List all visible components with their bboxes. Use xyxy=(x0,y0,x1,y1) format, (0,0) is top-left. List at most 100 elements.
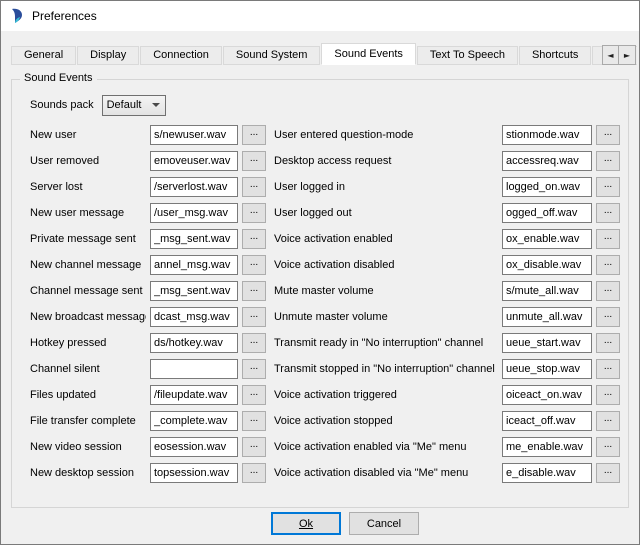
browse-button[interactable]: ... xyxy=(242,203,266,223)
browse-button[interactable]: ... xyxy=(242,307,266,327)
ok-button[interactable]: Ok xyxy=(271,512,341,535)
tab[interactable]: Sound Events xyxy=(321,43,416,65)
tab-label: Connection xyxy=(153,49,209,61)
browse-button[interactable]: ... xyxy=(242,411,266,431)
sound-file-input[interactable] xyxy=(502,411,592,431)
browse-button[interactable]: ... xyxy=(596,177,620,197)
browse-button[interactable]: ... xyxy=(596,359,620,379)
event-label: New desktop session xyxy=(30,467,146,479)
sound-file-input[interactable] xyxy=(150,463,238,483)
browse-button[interactable]: ... xyxy=(242,229,266,249)
sounds-pack-row: Sounds pack Default xyxy=(30,94,620,116)
tab[interactable]: Display xyxy=(77,46,139,65)
browse-button[interactable]: ... xyxy=(596,437,620,457)
event-label: Hotkey pressed xyxy=(30,337,146,349)
browse-button[interactable]: ... xyxy=(242,359,266,379)
sound-file-input[interactable] xyxy=(150,385,238,405)
sound-file-input[interactable] xyxy=(150,437,238,457)
tab-bar: General Display Connection Sound System … xyxy=(11,43,637,65)
sound-file-input[interactable] xyxy=(502,333,592,353)
sound-file-input[interactable] xyxy=(502,385,592,405)
tab-label: General xyxy=(24,49,63,61)
browse-button[interactable]: ... xyxy=(596,229,620,249)
tab[interactable]: Shortcuts xyxy=(519,46,591,65)
cancel-button[interactable]: Cancel xyxy=(349,512,419,535)
tab-scroll-right-button[interactable]: ► xyxy=(619,45,636,65)
sound-file-input[interactable] xyxy=(502,151,592,171)
browse-button[interactable]: ... xyxy=(596,281,620,301)
tab[interactable]: Connection xyxy=(140,46,222,65)
browse-button[interactable]: ... xyxy=(242,385,266,405)
browse-button[interactable]: ... xyxy=(596,151,620,171)
sound-file-input[interactable] xyxy=(502,125,592,145)
sound-file-input[interactable] xyxy=(502,177,592,197)
sound-event-row: Channel silent ... xyxy=(30,356,266,382)
sound-event-row: Transmit ready in "No interruption" chan… xyxy=(274,330,620,356)
browse-button[interactable]: ... xyxy=(242,437,266,457)
sounds-pack-select[interactable]: Default xyxy=(102,95,166,116)
sound-event-row: New channel message ... xyxy=(30,252,266,278)
sound-file-input[interactable] xyxy=(150,359,238,379)
events-column-left: New user ... User removed ... Server los xyxy=(30,122,266,486)
sound-file-input[interactable] xyxy=(150,151,238,171)
browse-button[interactable]: ... xyxy=(242,281,266,301)
tab-scroll-left-button[interactable]: ◄ xyxy=(602,45,619,65)
tab[interactable]: Text To Speech xyxy=(417,46,518,65)
browse-button[interactable]: ... xyxy=(242,151,266,171)
sound-file-input[interactable] xyxy=(502,203,592,223)
sound-file-input[interactable] xyxy=(150,255,238,275)
sound-file-input[interactable] xyxy=(502,229,592,249)
sound-file-input[interactable] xyxy=(502,437,592,457)
sound-file-input[interactable] xyxy=(502,359,592,379)
browse-button[interactable]: ... xyxy=(596,307,620,327)
arrow-right-icon: ► xyxy=(624,51,630,60)
sound-event-row: File transfer complete ... xyxy=(30,408,266,434)
event-label: Voice activation stopped xyxy=(274,415,498,427)
sound-file-input[interactable] xyxy=(150,229,238,249)
event-label: Files updated xyxy=(30,389,146,401)
arrow-left-icon: ◄ xyxy=(607,51,613,60)
app-icon xyxy=(9,8,25,24)
sound-file-input[interactable] xyxy=(502,281,592,301)
sound-file-input[interactable] xyxy=(150,281,238,301)
sound-file-input[interactable] xyxy=(150,333,238,353)
event-label: New user message xyxy=(30,207,146,219)
browse-button[interactable]: ... xyxy=(242,177,266,197)
event-label: User logged out xyxy=(274,207,498,219)
browse-button[interactable]: ... xyxy=(242,463,266,483)
browse-button[interactable]: ... xyxy=(596,125,620,145)
event-label: Server lost xyxy=(30,181,146,193)
sound-event-row: Files updated ... xyxy=(30,382,266,408)
sound-file-input[interactable] xyxy=(150,411,238,431)
sound-event-row: Voice activation triggered ... xyxy=(274,382,620,408)
sound-event-row: Private message sent ... xyxy=(30,226,266,252)
sound-event-row: Channel message sent ... xyxy=(30,278,266,304)
event-label: Channel silent xyxy=(30,363,146,375)
browse-button[interactable]: ... xyxy=(596,385,620,405)
browse-button[interactable]: ... xyxy=(242,255,266,275)
sound-file-input[interactable] xyxy=(150,307,238,327)
sound-event-row: User logged in ... xyxy=(274,174,620,200)
browse-button[interactable]: ... xyxy=(596,333,620,353)
titlebar: Preferences xyxy=(1,1,639,31)
tab[interactable]: General xyxy=(11,46,76,65)
sound-event-row: Unmute master volume ... xyxy=(274,304,620,330)
browse-button[interactable]: ... xyxy=(242,333,266,353)
sounds-pack-value: Default xyxy=(107,99,142,111)
sound-file-input[interactable] xyxy=(150,125,238,145)
sound-file-input[interactable] xyxy=(502,255,592,275)
browse-button[interactable]: ... xyxy=(596,463,620,483)
tab[interactable]: Sound System xyxy=(223,46,321,65)
event-label: Voice activation triggered xyxy=(274,389,498,401)
browse-button[interactable]: ... xyxy=(596,203,620,223)
event-label: Voice activation enabled via "Me" menu xyxy=(274,441,498,453)
sound-file-input[interactable] xyxy=(502,307,592,327)
browse-button[interactable]: ... xyxy=(242,125,266,145)
sound-file-input[interactable] xyxy=(502,463,592,483)
sound-event-row: New broadcast message ... xyxy=(30,304,266,330)
sound-file-input[interactable] xyxy=(150,203,238,223)
browse-button[interactable]: ... xyxy=(596,255,620,275)
sound-file-input[interactable] xyxy=(150,177,238,197)
sound-event-row: New user message ... xyxy=(30,200,266,226)
browse-button[interactable]: ... xyxy=(596,411,620,431)
